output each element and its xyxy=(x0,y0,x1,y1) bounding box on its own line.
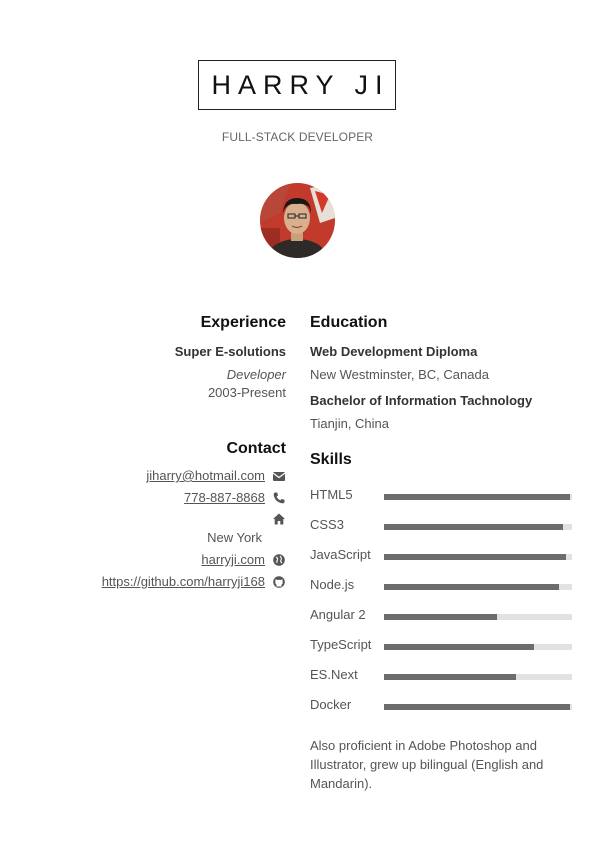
skills-note: Also proficient in Adobe Photoshop and I… xyxy=(310,738,544,791)
skill-bar-fill xyxy=(384,674,516,680)
skill-bar-fill xyxy=(384,524,563,530)
education-place-1: New Westminster, BC, Canada xyxy=(310,367,489,382)
experience-role: Developer xyxy=(226,367,286,382)
website-link[interactable]: harryji.com xyxy=(201,552,265,567)
skill-label: HTML5 xyxy=(310,487,353,502)
skill-row: ES.Next xyxy=(310,667,572,687)
home-icon xyxy=(272,512,286,526)
github-icon xyxy=(272,575,286,589)
skill-bar-fill xyxy=(384,614,497,620)
skill-bar-fill xyxy=(384,554,567,560)
skill-row: Angular 2 xyxy=(310,607,572,627)
envelope-icon xyxy=(272,469,286,483)
contact-github: https://github.com/harryji168 xyxy=(102,574,286,589)
skill-bar-fill xyxy=(384,644,535,650)
skill-row: Docker xyxy=(310,697,572,717)
contact-email: jiharry@hotmail.com xyxy=(146,468,286,483)
skill-bar-track xyxy=(384,704,572,710)
experience-heading: Experience xyxy=(200,314,286,331)
skill-bar-track xyxy=(384,554,572,560)
skill-row: Node.js xyxy=(310,577,572,597)
contact-home xyxy=(265,512,286,526)
education-degree-1: Web Development Diploma xyxy=(310,344,478,359)
education-degree-2: Bachelor of Information Tachnology xyxy=(310,393,533,408)
skills-heading: Skills xyxy=(310,451,352,468)
phone-link[interactable]: 778-887-8868 xyxy=(184,490,265,505)
skill-label: JavaScript xyxy=(310,547,371,562)
left-column: Experience Super E-solutions Developer 2… xyxy=(40,0,286,842)
skill-row: HTML5 xyxy=(310,487,572,507)
skill-bar-track xyxy=(384,644,572,650)
phone-icon xyxy=(272,491,286,505)
skill-bar-fill xyxy=(384,494,571,500)
skill-bar-track xyxy=(384,524,572,530)
education-heading: Education xyxy=(310,314,388,331)
contact-location: New York xyxy=(207,530,286,545)
skill-label: Docker xyxy=(310,697,352,712)
location-text: New York xyxy=(207,530,262,545)
skill-bar-track xyxy=(384,584,572,590)
right-column: Education Web Development Diploma New We… xyxy=(310,0,572,842)
skill-label: CSS3 xyxy=(310,517,344,532)
skill-label: ES.Next xyxy=(310,667,358,682)
contact-website: harryji.com xyxy=(201,552,286,567)
contact-phone: 778-887-8868 xyxy=(184,490,286,505)
skill-label: TypeScript xyxy=(310,637,372,652)
skill-bar-track xyxy=(384,674,572,680)
education-place-2: Tianjin, China xyxy=(310,416,390,431)
contact-heading: Contact xyxy=(226,440,286,457)
github-link[interactable]: https://github.com/harryji168 xyxy=(102,574,265,589)
globe-icon xyxy=(272,553,286,567)
skill-bar-fill xyxy=(384,704,571,710)
skill-bar-track xyxy=(384,494,572,500)
skill-bar-track xyxy=(384,614,572,620)
skill-label: Node.js xyxy=(310,577,355,592)
skill-row: CSS3 xyxy=(310,517,572,537)
skill-label: Angular 2 xyxy=(310,607,366,622)
experience-company: Super E-solutions xyxy=(174,344,286,359)
skill-row: TypeScript xyxy=(310,637,572,657)
skill-row: JavaScript xyxy=(310,547,572,567)
email-link[interactable]: jiharry@hotmail.com xyxy=(146,468,265,483)
experience-period: 2003-Present xyxy=(207,385,286,400)
skill-bar-fill xyxy=(384,584,559,590)
